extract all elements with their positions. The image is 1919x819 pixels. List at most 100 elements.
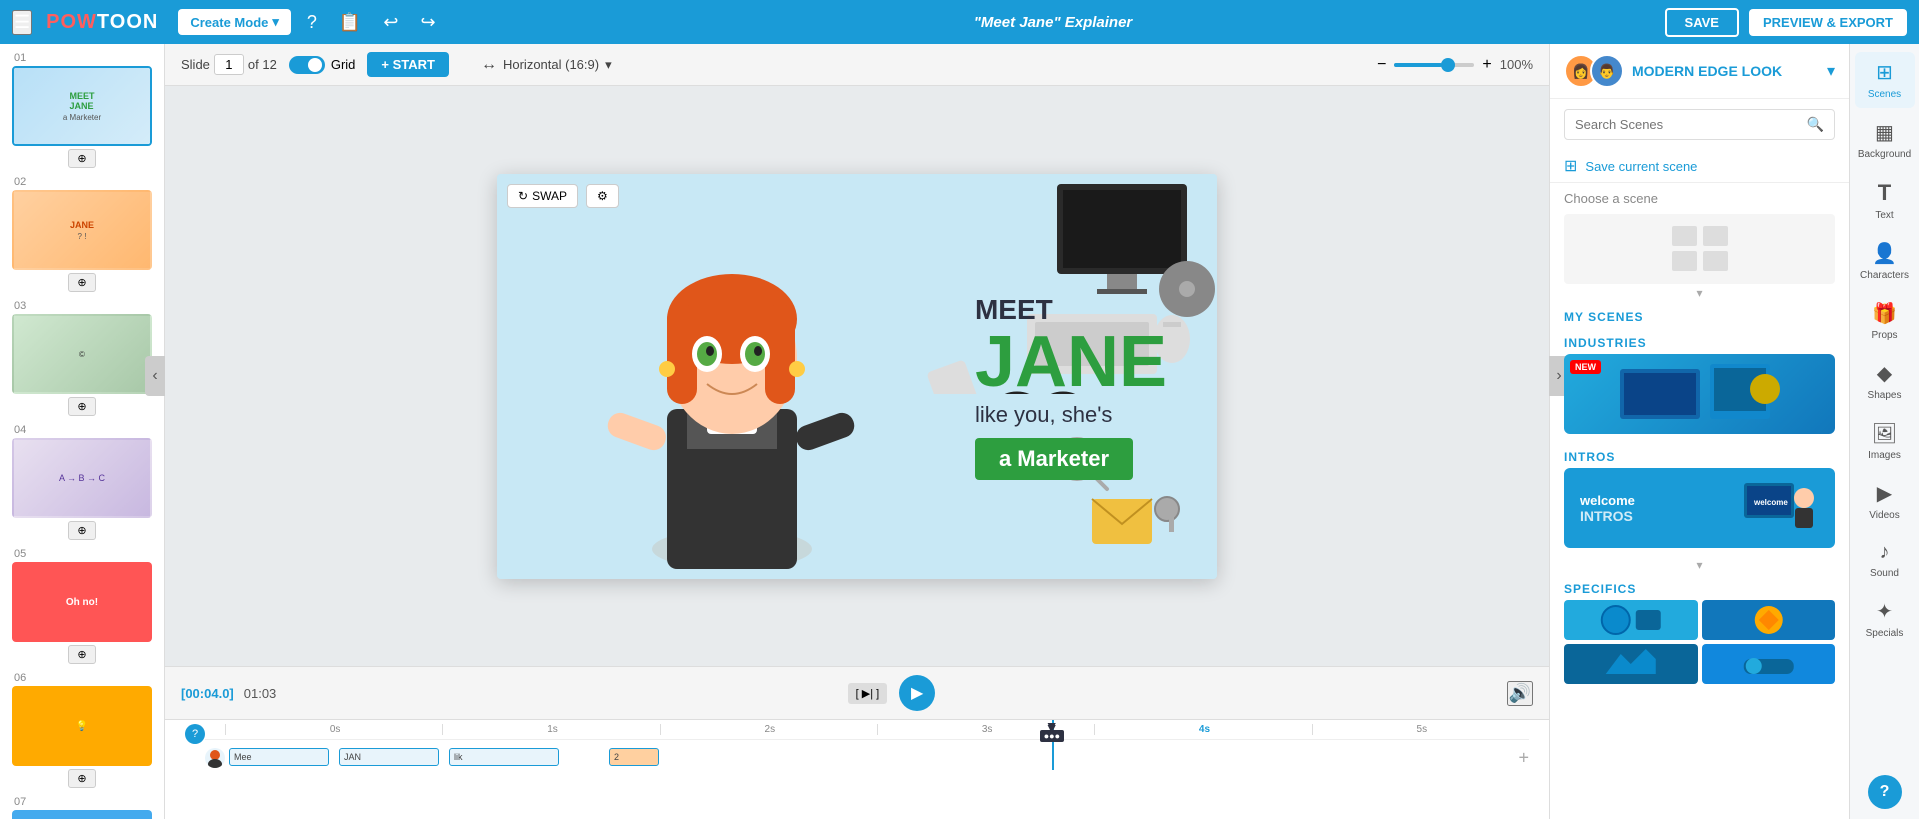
zoom-control: − + 100% [1377, 56, 1533, 74]
timeline-help[interactable]: ? [185, 724, 205, 744]
collapse-left-arrow[interactable]: ‹ [145, 356, 165, 396]
specifics-section-label: SPECIFICS [1550, 574, 1849, 600]
slide-thumbnail[interactable]: A → B → C [12, 438, 152, 518]
save-button[interactable]: SAVE [1665, 8, 1739, 37]
help-button[interactable]: ? [301, 8, 323, 37]
intros-section-label: INTROS [1550, 442, 1849, 468]
my-scenes-label: MY SCENES [1550, 302, 1849, 328]
slide-item[interactable]: 03 © ⊕ [12, 300, 152, 416]
slide-add-button[interactable]: ⊕ [68, 149, 95, 168]
preview-export-button[interactable]: PREVIEW & EXPORT [1749, 9, 1907, 36]
redo-button[interactable]: ↪ [414, 8, 441, 37]
hamburger-menu[interactable]: ☰ [12, 10, 32, 35]
videos-tab[interactable]: ▶ Videos [1855, 473, 1915, 529]
specials-icon: ✦ [1876, 599, 1893, 624]
slide-item[interactable]: 04 A → B → C ⊕ [12, 424, 152, 540]
avatar-pair: 👩 👨 [1564, 54, 1624, 88]
timeline-tracks: Mee JAN lik 2 + [205, 740, 1529, 770]
slide-item[interactable]: 07 🏛 [12, 796, 152, 819]
props-tab[interactable]: 🎁 Props [1855, 293, 1915, 349]
spec-cell[interactable] [1564, 644, 1698, 684]
background-tab[interactable]: ▦ Background [1855, 112, 1915, 168]
timeline-track: Mee JAN lik 2 + [205, 746, 1529, 770]
industries-scene-card[interactable]: NEW [1564, 354, 1835, 434]
intros-scene-card[interactable]: welcome INTROS welcome [1564, 468, 1835, 548]
undo-button[interactable]: ↩ [377, 8, 404, 37]
timeline-add-button[interactable]: + [1518, 748, 1529, 769]
save-scene-row[interactable]: ⊞ Save current scene [1550, 150, 1849, 183]
look-expand-button[interactable]: ▾ [1827, 61, 1835, 81]
play-controls: [ ▶| ] ▶ [848, 675, 936, 711]
images-tab[interactable]: 🖼 Images [1855, 413, 1915, 469]
characters-icon: 👤 [1872, 241, 1897, 266]
slide-add-button[interactable]: ⊕ [68, 273, 95, 292]
spec-cell[interactable] [1702, 600, 1836, 640]
ruler-mark: 4s [1094, 724, 1311, 735]
timeline-ruler: 0s 1s 2s 3s 4s 5s [205, 720, 1529, 740]
slide-number: 01 [12, 52, 152, 64]
jane-text: JANE [975, 326, 1167, 398]
main-layout: 01 MEETJANE a Marketer ⊕ 02 JANE ? ! ⊕ [0, 44, 1919, 819]
grid-toggle-switch[interactable] [289, 56, 325, 74]
slide-thumbnail[interactable]: Oh no! [12, 562, 152, 642]
swap-button[interactable]: ↻ SWAP [507, 184, 578, 208]
slide-add-button[interactable]: ⊕ [68, 645, 95, 664]
slide-item[interactable]: 01 MEETJANE a Marketer ⊕ [12, 52, 152, 168]
shapes-tab[interactable]: ◆ Shapes [1855, 353, 1915, 409]
slide-navigation: Slide of 12 [181, 54, 277, 75]
timeline-clip[interactable]: Mee [229, 748, 329, 766]
zoom-in-button[interactable]: + [1482, 56, 1491, 74]
slide-thumbnail[interactable]: MEETJANE a Marketer [12, 66, 152, 146]
sidebar-header: 👩 👨 MODERN EDGE LOOK ▾ [1550, 44, 1849, 99]
settings-button[interactable]: ⚙ [586, 184, 619, 208]
ruler-mark: 0s [225, 724, 442, 735]
play-button[interactable]: ▶ [899, 675, 935, 711]
start-button[interactable]: + START [367, 52, 449, 77]
timeline-playhead: ▼ ●●● [1052, 720, 1054, 770]
slide-number: 04 [12, 424, 152, 436]
sound-tab[interactable]: ♪ Sound [1855, 533, 1915, 587]
search-input[interactable] [1575, 117, 1807, 132]
characters-tab[interactable]: 👤 Characters [1855, 233, 1915, 289]
slide-thumbnail[interactable]: 🏛 [12, 810, 152, 819]
images-icon: 🖼 [1872, 421, 1897, 446]
intros-label: INTROS [1580, 508, 1635, 524]
ruler-mark: 5s [1312, 724, 1529, 735]
slide-thumbnail[interactable]: © [12, 314, 152, 394]
slide-thumbnail[interactable]: JANE ? ! [12, 190, 152, 270]
zoom-slider[interactable] [1394, 63, 1474, 67]
svg-text:welcome: welcome [1753, 498, 1788, 507]
slide-item[interactable]: 05 Oh no! ⊕ [12, 548, 152, 664]
slide-add-button[interactable]: ⊕ [68, 521, 95, 540]
current-time: [00:04.0] [181, 686, 234, 701]
scenes-tab[interactable]: ⊞ Scenes [1855, 52, 1915, 108]
help-circle-button[interactable]: ? [1868, 775, 1902, 809]
intros-scroll-indicator: ▾ [1550, 556, 1849, 574]
slide-canvas: ↻ SWAP ⚙ [497, 174, 1217, 579]
spec-cell[interactable] [1702, 644, 1836, 684]
background-icon: ▦ [1875, 120, 1894, 145]
slide-number: 06 [12, 672, 152, 684]
slide-item[interactable]: 06 💡 ⊕ [12, 672, 152, 788]
zoom-out-button[interactable]: − [1377, 56, 1386, 74]
timeline-clip[interactable]: lik [449, 748, 559, 766]
copy-button[interactable]: 📋 [333, 8, 367, 37]
timeline-clip[interactable]: JAN [339, 748, 439, 766]
timeline-clip[interactable]: 2 [609, 748, 659, 766]
frame-step-button[interactable]: [ ▶| ] [848, 683, 888, 704]
new-badge: NEW [1570, 360, 1601, 374]
specials-tab[interactable]: ✦ Specials [1855, 591, 1915, 647]
intro-card: welcome INTROS welcome [1564, 468, 1835, 548]
slides-panel: 01 MEETJANE a Marketer ⊕ 02 JANE ? ! ⊕ [0, 44, 165, 819]
slide-number-input[interactable] [214, 54, 244, 75]
slide-item[interactable]: 02 JANE ? ! ⊕ [12, 176, 152, 292]
slide-add-button[interactable]: ⊕ [68, 397, 95, 416]
create-mode-button[interactable]: Create Mode ▾ [178, 9, 291, 35]
industries-label: INDUSTRIES [1550, 328, 1849, 354]
slide-add-button[interactable]: ⊕ [68, 769, 95, 788]
slide-thumbnail[interactable]: 💡 [12, 686, 152, 766]
text-tab[interactable]: T Text [1855, 172, 1915, 229]
volume-button[interactable]: 🔊 [1507, 681, 1533, 706]
playback-bar: [00:04.0] 01:03 [ ▶| ] ▶ 🔊 [165, 666, 1549, 719]
spec-cell[interactable] [1564, 600, 1698, 640]
